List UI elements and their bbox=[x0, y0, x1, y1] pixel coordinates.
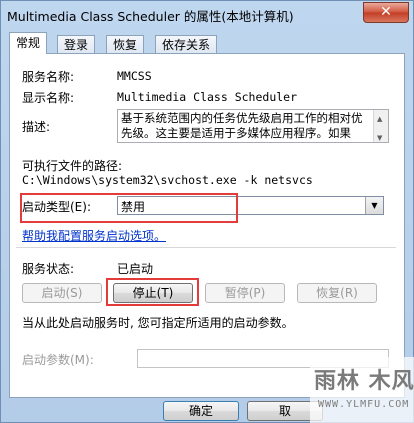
start-params-label: 启动参数(M): bbox=[22, 353, 94, 367]
close-icon: ✕ bbox=[380, 4, 392, 20]
tab-recovery[interactable]: 恢复 bbox=[106, 35, 145, 54]
watermark-logo: 雨林 木风 WWW.YLMFU.COM bbox=[310, 357, 414, 423]
chevron-down-icon[interactable]: ▼ bbox=[365, 197, 383, 214]
resume-button[interactable]: 恢复(R) bbox=[297, 283, 377, 303]
start-button[interactable]: 启动(S) bbox=[22, 283, 102, 303]
service-name-label: 服务名称: bbox=[22, 70, 75, 84]
service-status-value: 已启动 bbox=[117, 262, 154, 276]
title-bar[interactable]: Multimedia Class Scheduler 的属性(本地计算机) ✕ bbox=[1, 1, 413, 29]
scroll-up-icon[interactable]: ▲ bbox=[377, 112, 382, 127]
general-tab-panel: 服务名称: MMCSS 显示名称: Multimedia Class Sched… bbox=[9, 53, 405, 398]
description-value: 基于系统范围内的任务优先级启用工作的相对优先级。这主要是适用于多媒体应用程序。如… bbox=[121, 111, 363, 140]
description-textbox[interactable]: 基于系统范围内的任务优先级启用工作的相对优先级。这主要是适用于多媒体应用程序。如… bbox=[117, 109, 389, 143]
start-params-hint: 当从此处启动服务时, 您可指定所适用的启动参数。 bbox=[22, 316, 294, 330]
exec-path-label: 可执行文件的路径: bbox=[22, 159, 123, 173]
service-status-label: 服务状态: bbox=[22, 262, 75, 276]
divider bbox=[16, 247, 396, 248]
close-button[interactable]: ✕ bbox=[363, 2, 409, 23]
service-name-value: MMCSS bbox=[117, 69, 152, 83]
properties-window: Multimedia Class Scheduler 的属性(本地计算机) ✕ … bbox=[0, 0, 414, 423]
tab-logon[interactable]: 登录 bbox=[57, 35, 96, 54]
help-configure-link[interactable]: 帮助我配置服务启动选项。 bbox=[22, 227, 166, 244]
highlight-stop-button bbox=[106, 278, 199, 306]
display-name-label: 显示名称: bbox=[22, 91, 75, 105]
display-name-value: Multimedia Class Scheduler bbox=[117, 90, 298, 104]
window-title: Multimedia Class Scheduler 的属性(本地计算机) bbox=[7, 9, 294, 24]
ok-button[interactable]: 确定 bbox=[163, 401, 239, 421]
tab-dependencies[interactable]: 依存关系 bbox=[155, 35, 218, 54]
watermark-text: 雨林 木风 bbox=[314, 369, 414, 394]
description-label: 描述: bbox=[22, 120, 51, 134]
pause-button[interactable]: 暂停(P) bbox=[205, 283, 285, 303]
tab-general[interactable]: 常规 bbox=[9, 32, 48, 54]
description-scrollbar[interactable]: ▲ ▼ bbox=[373, 110, 388, 142]
scroll-down-icon[interactable]: ▼ bbox=[377, 131, 382, 142]
highlight-startup-type bbox=[20, 193, 238, 223]
watermark-url: WWW.YLMFU.COM bbox=[318, 399, 410, 410]
exec-path-value: C:\Windows\system32\svchost.exe -k netsv… bbox=[22, 173, 313, 187]
